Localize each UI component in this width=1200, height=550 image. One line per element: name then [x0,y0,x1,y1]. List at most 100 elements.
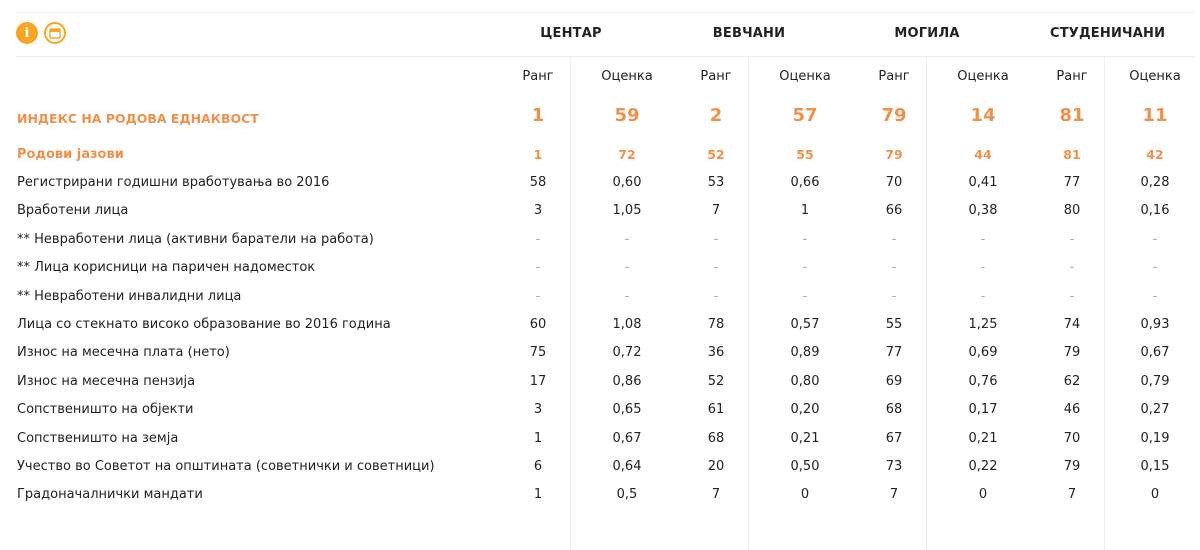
rank-cell: 46 [1063,402,1081,418]
rank-cell: - [713,260,719,276]
data-table: Ранг Оценка Ранг Оценка Ранг Оценка Ранг… [16,62,1194,509]
row-label: Износ на месечна пензија [17,373,196,389]
rank-cell: - [535,231,541,247]
index-row: ИНДЕКС НА РОДОВА ЕДНАКВОСТ 1 59 2 57 79 14 81 11 [16,90,1194,140]
rank-cell: - [535,260,541,276]
score-cell: 44 [974,146,992,162]
score-cell: 0,57 [790,317,820,333]
rank-cell: 53 [707,175,725,191]
rank-cell: 2 [709,104,723,126]
table-row: Износ на месечна плата (нето) 75 0,72 36 0,8… [16,339,1194,367]
rank-cell: 62 [1063,373,1081,389]
score-cell: 72 [618,146,636,162]
rank-cell: 69 [885,373,903,389]
score-cell: 0,66 [790,175,820,191]
score-cell: 0,86 [612,373,642,389]
score-cell: 0 [978,487,988,503]
rank-cell: 79 [881,104,907,126]
score-cell: - [802,231,808,247]
table-row: Износ на месечна пензија 17 0,86 52 0,80 69 0,… [16,367,1194,395]
row-label: ИНДЕКС НА РОДОВА ЕДНАКВОСТ [17,110,259,126]
municipality-header-mogila: МОГИЛА [894,26,960,41]
score-cell: 0,28 [1140,175,1170,191]
row-label: Учество во Советот на општината (советни… [17,458,435,474]
rank-cell: 3 [533,402,543,418]
rank-cell: 66 [885,203,903,219]
score-cell: 0,93 [1140,317,1170,333]
score-cell: 1,05 [612,203,642,219]
score-cell: 1,08 [612,317,642,333]
score-column-header: Оценка [779,68,831,84]
score-cell: - [624,260,630,276]
score-cell: - [1152,260,1158,276]
table-row: ** Невработени инвалидни лица - - - - - - - - [16,282,1194,310]
rank-cell: - [535,288,541,304]
table-row: Сопственишто на објекти 3 0,65 61 0,20 68 0,17… [16,396,1194,424]
rank-cell: 1 [531,104,545,126]
score-cell: - [980,260,986,276]
table-row: Сопственишто на земја 1 0,67 68 0,21 67 0,21 70… [16,424,1194,452]
row-label: Регистрирани годишни вработувања во 2016 [17,175,330,191]
row-label: Износ на месечна плата (нето) [17,345,230,361]
score-cell: 0,15 [1140,458,1170,474]
score-cell: 0,89 [790,345,820,361]
score-cell: 0,69 [968,345,998,361]
rank-cell: 68 [885,402,903,418]
rank-column-header: Ранг [878,68,910,84]
table-row: ** Лица корисници на паричен надоместок -… [16,254,1194,282]
score-cell: 0,50 [790,458,820,474]
row-label: Сопственишто на објекти [17,402,194,418]
rank-cell: 1 [533,430,543,446]
municipality-header-centar: ЦЕНТАР [540,26,602,41]
score-cell: - [624,288,630,304]
rank-cell: - [891,260,897,276]
rank-cell: 7 [1067,487,1077,503]
score-cell: - [980,288,986,304]
score-cell: 0,67 [1140,345,1170,361]
row-label: Лица со стекнато високо образование во 2… [17,317,391,333]
table-row: Градоначалнички мандати 1 0,5 7 0 7 0 7 0 [16,481,1194,509]
rank-cell: 70 [1063,430,1081,446]
table-header: i ЦЕНТАР ВЕВЧАНИ МОГИЛА СТУДЕНИЧАНИ [16,12,1194,57]
table-row: ** Невработени лица (активни баратели на… [16,225,1194,253]
table-row: Лица со стекнато високо образование во 2… [16,310,1194,338]
score-cell: 55 [796,146,814,162]
score-cell: 0,27 [1140,402,1170,418]
score-cell: 59 [614,104,640,126]
rank-cell: 68 [707,430,725,446]
rank-cell: 6 [533,458,543,474]
score-cell: 0,76 [968,373,998,389]
score-cell: 0,64 [612,458,642,474]
rank-cell: 52 [707,373,725,389]
rank-cell: - [891,231,897,247]
rank-cell: 77 [1063,175,1081,191]
score-cell: 0,21 [968,430,998,446]
rank-cell: 61 [707,402,725,418]
info-icon[interactable]: i [16,22,38,44]
rank-column-header: Ранг [700,68,732,84]
rank-cell: 7 [711,487,721,503]
gender-equality-table-widget: i ЦЕНТАР ВЕВЧАНИ МОГИЛА СТУДЕНИЧАНИ Ранг… [16,12,1194,550]
score-cell: - [802,260,808,276]
rank-cell: 70 [885,175,903,191]
row-label: ** Невработени лица (активни баратели на… [17,231,374,247]
municipality-header-vevchani: ВЕВЧАНИ [712,26,786,41]
row-label: ** Невработени инвалидни лица [17,288,242,304]
rank-cell: 73 [885,458,903,474]
rank-cell: - [1069,231,1075,247]
rank-cell: 36 [707,345,725,361]
rank-cell: - [713,288,719,304]
rank-cell: 3 [533,203,543,219]
score-column-header: Оценка [957,68,1009,84]
calendar-icon[interactable] [44,22,66,44]
rank-cell: 79 [1063,345,1081,361]
rank-cell: 1 [533,146,543,162]
rank-cell: 58 [529,175,547,191]
score-cell: 1 [800,203,810,219]
row-label: Родови јазови [17,146,124,162]
score-cell: 1,25 [968,317,998,333]
score-cell: 0,41 [968,175,998,191]
rank-column-header: Ранг [522,68,554,84]
score-cell: - [624,231,630,247]
header-icons: i [16,22,66,44]
